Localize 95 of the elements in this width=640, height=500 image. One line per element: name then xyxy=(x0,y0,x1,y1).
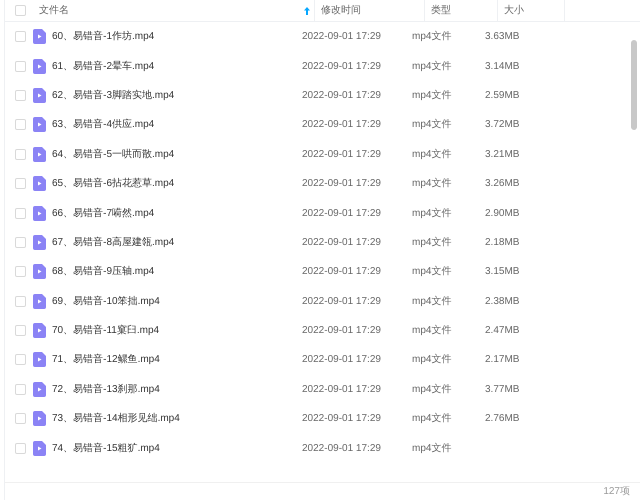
file-type: mp4文件 xyxy=(412,384,452,395)
file-type: mp4文件 xyxy=(412,90,452,101)
modified-time: 2022-09-01 17:29 xyxy=(302,325,381,336)
file-type: mp4文件 xyxy=(412,148,452,160)
file-size: 3.15MB xyxy=(485,266,520,278)
checkbox[interactable] xyxy=(15,178,26,190)
file-size: 3.72MB xyxy=(485,119,520,130)
file-name: 74、易错音-15粗犷.mp4 xyxy=(52,442,160,454)
modified-time: 2022-09-01 17:29 xyxy=(302,31,381,42)
file-name: 72、易错音-13刹那.mp4 xyxy=(52,384,160,395)
video-file-icon xyxy=(33,352,46,368)
file-size: 2.38MB xyxy=(485,296,520,307)
checkbox[interactable] xyxy=(15,442,26,454)
file-name: 61、易错音-2晕车.mp4 xyxy=(52,60,154,72)
column-header[interactable]: 大小 xyxy=(497,0,564,22)
file-type: mp4文件 xyxy=(412,208,452,219)
video-file-icon xyxy=(33,29,46,44)
file-name: 60、易错音-1作坊.mp4 xyxy=(52,31,154,42)
file-type: mp4文件 xyxy=(412,31,452,42)
modified-time: 2022-09-01 17:29 xyxy=(302,178,381,190)
modified-time: 2022-09-01 17:29 xyxy=(302,296,381,307)
file-size: 3.26MB xyxy=(485,178,520,190)
modified-time: 2022-09-01 17:29 xyxy=(302,413,381,424)
file-size: 3.77MB xyxy=(485,384,520,395)
file-type: mp4文件 xyxy=(412,119,452,130)
file-name: 71、易错音-12鳏鱼.mp4 xyxy=(52,354,160,366)
checkbox[interactable] xyxy=(15,148,26,160)
modified-time: 2022-09-01 17:29 xyxy=(302,236,381,248)
video-file-icon xyxy=(33,206,46,221)
checkbox[interactable] xyxy=(15,413,26,424)
checkbox[interactable] xyxy=(15,266,26,278)
file-name: 68、易错音-9压轴.mp4 xyxy=(52,266,154,278)
file-type: mp4文件 xyxy=(412,413,452,424)
file-name: 66、易错音-7嗬然.mp4 xyxy=(52,208,154,219)
modified-time: 2022-09-01 17:29 xyxy=(302,354,381,366)
file-type: mp4文件 xyxy=(412,266,452,278)
file-name: 69、易错音-10笨拙.mp4 xyxy=(52,296,160,307)
modified-time: 2022-09-01 17:29 xyxy=(302,60,381,72)
file-size: 3.63MB xyxy=(485,31,520,42)
video-file-icon xyxy=(33,411,46,426)
video-file-icon xyxy=(33,58,46,74)
file-size: 2.59MB xyxy=(485,90,520,101)
file-size: 2.18MB xyxy=(485,236,520,248)
modified-time: 2022-09-01 17:29 xyxy=(302,266,381,278)
checkbox[interactable] xyxy=(15,325,26,336)
file-size: 3.14MB xyxy=(485,60,520,72)
video-file-icon xyxy=(33,440,46,456)
file-size: 2.76MB xyxy=(485,413,520,424)
checkbox[interactable] xyxy=(15,31,26,42)
video-file-icon xyxy=(33,117,46,132)
video-file-icon xyxy=(33,88,46,103)
video-file-icon xyxy=(33,323,46,338)
column-header[interactable]: 文件名 xyxy=(33,0,314,22)
file-name: 63、易错音-4供应.mp4 xyxy=(52,119,154,130)
file-type: mp4文件 xyxy=(412,325,452,336)
video-file-icon xyxy=(33,176,46,192)
modified-time: 2022-09-01 17:29 xyxy=(302,208,381,219)
file-size: 2.17MB xyxy=(485,354,520,366)
video-file-icon xyxy=(33,234,46,250)
file-name: 65、易错音-6拈花惹草.mp4 xyxy=(52,178,174,190)
file-name: 67、易错音-8高屋建瓴.mp4 xyxy=(52,236,174,248)
checkbox[interactable] xyxy=(15,296,26,307)
checkbox[interactable] xyxy=(15,119,26,130)
column-header[interactable]: 类型 xyxy=(424,0,497,22)
file-name: 73、易错音-14相形见绌.mp4 xyxy=(52,413,180,424)
checkbox[interactable] xyxy=(15,60,26,72)
checkbox[interactable] xyxy=(15,90,26,101)
checkbox[interactable] xyxy=(15,208,26,219)
modified-time: 2022-09-01 17:29 xyxy=(302,90,381,101)
checkbox[interactable] xyxy=(15,236,26,248)
modified-time: 2022-09-01 17:29 xyxy=(302,442,381,454)
modified-time: 2022-09-01 17:29 xyxy=(302,384,381,395)
file-type: mp4文件 xyxy=(412,60,452,72)
video-file-icon xyxy=(33,382,46,397)
file-name: 64、易错音-5一哄而散.mp4 xyxy=(52,148,174,160)
checkbox[interactable] xyxy=(15,354,26,366)
checkbox[interactable] xyxy=(15,384,26,395)
file-type: mp4文件 xyxy=(412,354,452,366)
video-file-icon xyxy=(33,264,46,280)
file-name: 62、易错音-3脚踏实地.mp4 xyxy=(52,90,174,101)
column-header[interactable]: 修改时间 xyxy=(314,0,424,22)
video-file-icon xyxy=(33,146,46,162)
modified-time: 2022-09-01 17:29 xyxy=(302,148,381,160)
video-file-icon xyxy=(33,294,46,309)
file-type: mp4文件 xyxy=(412,236,452,248)
item-count: 127项 xyxy=(603,485,630,499)
file-name: 70、易错音-11窠臼.mp4 xyxy=(52,325,160,336)
checkbox[interactable] xyxy=(15,5,26,16)
file-size: 2.47MB xyxy=(485,325,520,336)
file-type: mp4文件 xyxy=(412,296,452,307)
modified-time: 2022-09-01 17:29 xyxy=(302,119,381,130)
file-size: 2.90MB xyxy=(485,208,520,219)
file-type: mp4文件 xyxy=(412,442,452,454)
file-size: 3.21MB xyxy=(485,148,520,160)
file-type: mp4文件 xyxy=(412,178,452,190)
